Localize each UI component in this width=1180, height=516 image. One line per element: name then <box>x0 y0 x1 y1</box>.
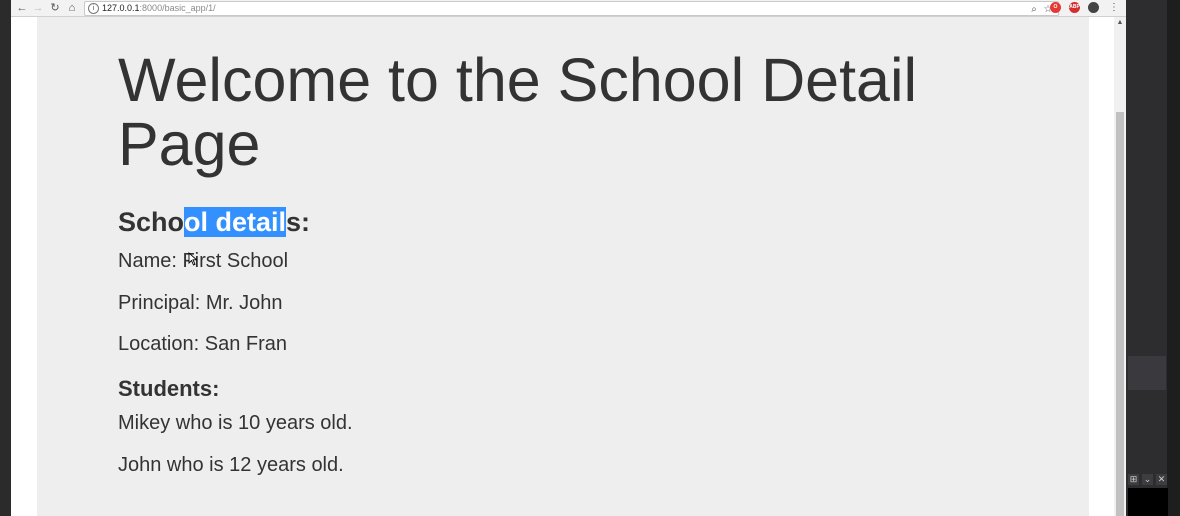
info-icon[interactable]: i <box>88 3 99 14</box>
left-window-edge <box>0 0 11 516</box>
ide-pin-icon[interactable]: ⊞ <box>1128 474 1139 485</box>
ide-scrollbar <box>1167 0 1180 516</box>
home-icon[interactable]: ⌂ <box>65 0 79 16</box>
address-bar[interactable]: i 127.0.0.1:8000/basic_app/1/ ⌕ ☆ <box>84 1 1059 16</box>
scroll-up-arrow-icon[interactable]: ▲ <box>1114 17 1126 29</box>
back-icon[interactable]: ← <box>15 0 29 16</box>
zoom-icon[interactable]: ⌕ <box>1028 3 1040 16</box>
background-ide-panel: ⊞ ⌄ ✕ <box>1126 0 1180 516</box>
text-selection: ol detail <box>184 207 287 237</box>
page-title-line-2: Page <box>118 110 261 178</box>
scrollbar-thumb[interactable] <box>1116 112 1124 516</box>
page-title-line-1: Welcome to the School Detail <box>118 46 918 114</box>
page-container: Welcome to the School Detail Page School… <box>37 17 1089 516</box>
url-text: 127.0.0.1:8000/basic_app/1/ <box>102 2 216 15</box>
url-path: :8000/basic_app/1/ <box>139 3 216 13</box>
heading-text-end: s: <box>286 207 311 237</box>
url-host: 127.0.0.1 <box>102 3 140 13</box>
mouse-pointer-icon <box>188 252 198 266</box>
page-scrollbar[interactable]: ▲ <box>1114 17 1126 516</box>
ide-terminal-area <box>1128 488 1168 516</box>
opera-icon[interactable]: O <box>1050 2 1061 13</box>
student-item: John who is 12 years old. <box>118 454 344 476</box>
school-name: Name: First School <box>118 250 289 272</box>
ide-panel-band <box>1128 356 1166 390</box>
school-details-heading: School details: <box>118 206 310 239</box>
school-location: Location: San Fran <box>118 333 287 355</box>
school-principal: Principal: Mr. John <box>118 292 283 314</box>
heading-text-start: Scho <box>118 207 185 237</box>
reload-icon[interactable]: ↻ <box>48 0 62 16</box>
ide-collapse-icon[interactable]: ⌄ <box>1142 474 1153 485</box>
browser-toolbar: ← → ↻ ⌂ i 127.0.0.1:8000/basic_app/1/ ⌕ … <box>11 0 1126 17</box>
forward-icon[interactable]: → <box>31 0 45 16</box>
ide-close-icon[interactable]: ✕ <box>1156 474 1167 485</box>
students-heading: Students: <box>118 376 220 401</box>
extension-icon[interactable] <box>1088 2 1099 13</box>
adblock-icon[interactable]: ABP <box>1069 2 1080 13</box>
menu-icon[interactable]: ⋮ <box>1109 1 1119 14</box>
student-item: Mikey who is 10 years old. <box>118 412 353 434</box>
browser-window: ← → ↻ ⌂ i 127.0.0.1:8000/basic_app/1/ ⌕ … <box>11 0 1126 516</box>
